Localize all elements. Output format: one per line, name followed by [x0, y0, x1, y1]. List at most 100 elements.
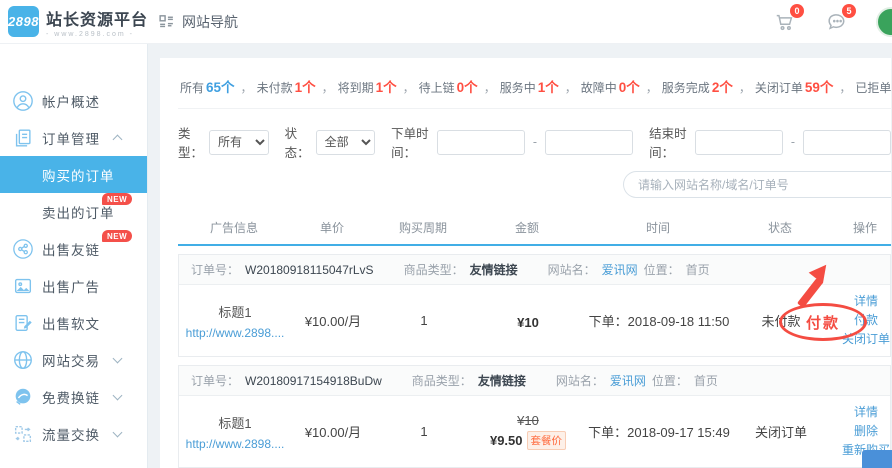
user-icon	[12, 90, 34, 112]
sidebar-item-order-management[interactable]: 订单管理	[0, 119, 147, 156]
sidebar-item-free-link-exchange[interactable]: 免费换链	[0, 378, 147, 415]
order-status: 关闭订单	[735, 403, 827, 460]
order-group-header: 订单号：W20180918115047rLvS 商品类型：友情链接 网站名：爱讯…	[179, 255, 890, 285]
col-actions: 操作	[826, 212, 892, 244]
order-stats-summary: 所有65个，未付款1个，将到期1个，待上链0个，服务中1个，故障中0个，服务完成…	[178, 62, 891, 109]
globe-icon	[12, 349, 34, 371]
product-type: 友情链接	[478, 372, 526, 389]
action-details[interactable]: 详情	[854, 292, 878, 311]
stat-in-service: 1个	[538, 80, 559, 95]
main-content: 所有65个，未付款1个，将到期1个，待上链0个，服务中1个，故障中0个，服务完成…	[148, 44, 892, 468]
order-row: 标题1 http://www.2898.... ¥10.00/月 1 ¥10 下…	[179, 285, 890, 356]
new-badge: NEW	[102, 193, 132, 205]
sidebar-item-label: 购买的订单	[42, 165, 115, 185]
sidebar-item-label: 出售软文	[42, 313, 100, 333]
message-badge: 5	[842, 4, 856, 18]
order-time-label: 下单时间：	[391, 123, 431, 161]
brand-subtitle: - www.2898.com -	[46, 31, 148, 38]
stat-all: 65个	[206, 80, 235, 95]
sidebar-item-sold-orders[interactable]: 卖出的订单 NEW	[0, 193, 147, 230]
end-time-end-input[interactable]	[803, 130, 891, 155]
sidebar-item-sell-ads[interactable]: 出售广告	[0, 267, 147, 304]
order-number: W20180918115047rLvS	[245, 263, 374, 277]
action-details[interactable]: 详情	[854, 403, 878, 422]
floating-service-widget[interactable]	[862, 450, 892, 468]
top-header: 2898 站长资源平台 - www.2898.com - 网站导航 0	[0, 0, 892, 44]
brand-title: 站长资源平台	[46, 6, 148, 30]
sidebar-item-label: 流量交换	[42, 424, 100, 444]
order-time-end-input[interactable]	[545, 130, 633, 155]
order-group: 订单号：W20180917154918BuDw 商品类型：友情链接 网站名：爱讯…	[178, 365, 891, 468]
order-time: 下单：2018-09-17 15:49	[583, 403, 735, 460]
nav-label: 网站导航	[182, 12, 238, 32]
ad-title: 标题1	[218, 413, 251, 432]
sidebar-item-label: 网站交易	[42, 350, 100, 370]
sidebar: 帐户概述 订单管理 购买的订单 卖出的订单 NEW	[0, 44, 148, 468]
purchase-period: 1	[375, 403, 473, 460]
sidebar-item-label: 订单管理	[42, 128, 100, 148]
ad-position: 首页	[686, 261, 710, 278]
filter-bar: 类型： 所有 状态： 全部 下单时间： - 结束时间： -	[178, 123, 891, 161]
status-filter-label: 状态：	[285, 123, 310, 161]
order-number: W20180917154918BuDw	[245, 374, 382, 388]
order-group: 订单号：W20180918115047rLvS 商品类型：友情链接 网站名：爱讯…	[178, 254, 891, 357]
order-time-start-input[interactable]	[437, 130, 525, 155]
article-pen-icon	[12, 312, 34, 334]
status-filter-select[interactable]: 全部	[316, 130, 376, 155]
col-ad-info: 广告信息	[178, 212, 290, 244]
order-time: 下单：2018-09-18 11:50	[583, 292, 735, 349]
cart-badge: 0	[790, 4, 804, 18]
messages-button[interactable]: 5	[824, 9, 850, 35]
action-close-order[interactable]: 关闭订单	[842, 330, 890, 349]
stat-unpaid: 1个	[295, 80, 316, 95]
purchase-period: 1	[375, 292, 473, 349]
action-pay[interactable]: 付款	[854, 311, 878, 330]
sidebar-item-sell-articles[interactable]: 出售软文	[0, 304, 147, 341]
sidebar-item-label: 出售广告	[42, 276, 100, 296]
end-time-start-input[interactable]	[695, 130, 783, 155]
col-time: 时间	[582, 212, 734, 244]
action-delete[interactable]: 删除	[854, 422, 878, 441]
col-status: 状态	[734, 212, 826, 244]
brand-logo[interactable]: 2898 站长资源平台 - www.2898.com -	[0, 6, 148, 38]
type-filter-select[interactable]: 所有	[209, 130, 269, 155]
cart-button[interactable]: 0	[772, 9, 798, 35]
ad-position: 首页	[694, 372, 718, 389]
user-avatar[interactable]	[876, 7, 892, 37]
table-header: 广告信息 单价 购买周期 金额 时间 状态 操作	[178, 212, 891, 246]
amount-final: ¥10	[517, 315, 539, 330]
sidebar-item-label: 免费换链	[42, 387, 100, 407]
grid-menu-icon	[158, 13, 175, 30]
order-row: 标题1 http://www.2898.... ¥10.00/月 1 ¥10 ¥…	[179, 396, 890, 467]
col-amount: 金额	[472, 212, 582, 244]
chevron-down-icon	[113, 427, 123, 437]
stat-faulty: 0个	[619, 80, 640, 95]
product-type: 友情链接	[470, 261, 518, 278]
package-price-badge: 套餐价	[527, 431, 567, 450]
search-input[interactable]	[623, 171, 891, 198]
sidebar-item-sell-links[interactable]: 出售友链 NEW	[0, 230, 147, 267]
col-unit-price: 单价	[290, 212, 374, 244]
orders-icon	[12, 127, 34, 149]
share-icon	[12, 238, 34, 260]
sidebar-item-purchased-orders[interactable]: 购买的订单	[0, 156, 147, 193]
amount-original: ¥10	[517, 413, 539, 428]
ad-url-link[interactable]: http://www.2898....	[186, 326, 285, 340]
stat-expiring: 1个	[376, 80, 397, 95]
orders-panel: 所有65个，未付款1个，将到期1个，待上链0个，服务中1个，故障中0个，服务完成…	[160, 58, 891, 468]
sidebar-item-traffic-exchange[interactable]: 流量交换	[0, 415, 147, 452]
ad-url-link[interactable]: http://www.2898....	[186, 437, 285, 451]
stat-pending-link: 0个	[457, 80, 478, 95]
image-icon	[12, 275, 34, 297]
chevron-down-icon	[113, 390, 123, 400]
site-name-link[interactable]: 爱讯网	[610, 372, 646, 389]
nav-site-directory[interactable]: 网站导航	[158, 12, 238, 32]
traffic-exchange-icon	[12, 423, 34, 445]
sidebar-item-account-overview[interactable]: 帐户概述	[0, 82, 147, 119]
stat-closed: 59个	[805, 80, 834, 95]
unit-price: ¥10.00/月	[291, 292, 375, 349]
sidebar-item-site-trading[interactable]: 网站交易	[0, 341, 147, 378]
amount-final: ¥9.50 套餐价	[490, 431, 566, 450]
ad-title: 标题1	[218, 302, 251, 321]
site-name-link[interactable]: 爱讯网	[602, 261, 638, 278]
